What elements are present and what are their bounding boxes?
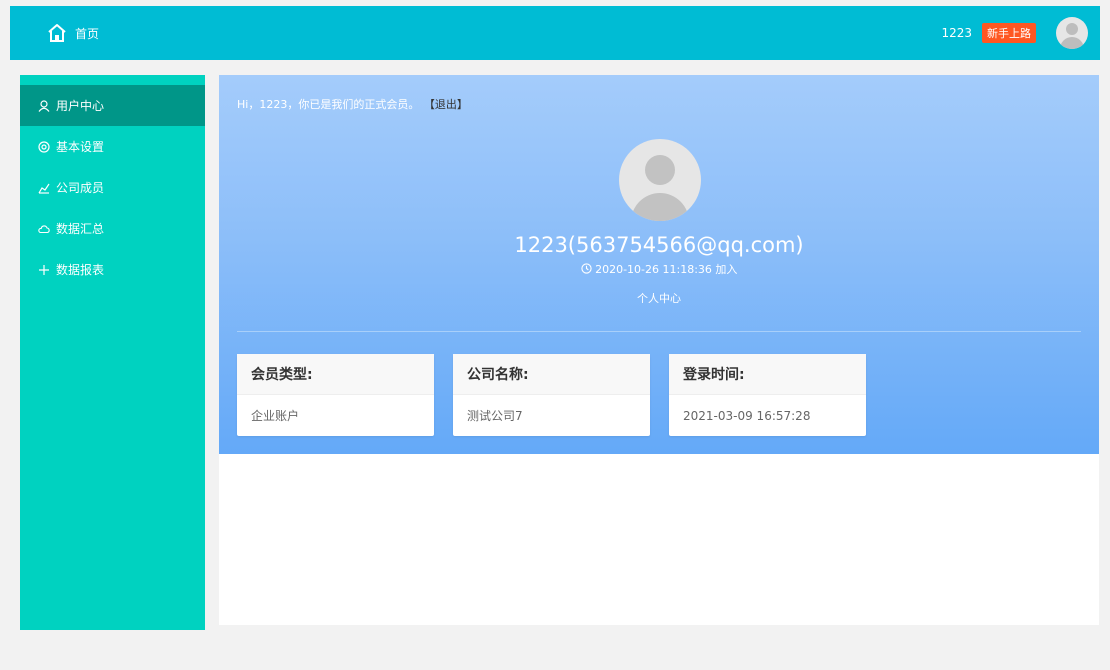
sidebar-item-user-center[interactable]: 用户中心 (20, 85, 205, 126)
sidebar-item-label: 基本设置 (56, 140, 105, 154)
main-panel: Hi，1223，你已是我们的正式会员。 【退出】 1223(563754566@q… (219, 75, 1099, 625)
sidebar-item-basic-settings[interactable]: 基本设置 (20, 126, 205, 167)
profile-avatar[interactable] (619, 139, 701, 221)
sidebar-item-label: 数据报表 (56, 263, 105, 277)
divider (237, 331, 1081, 332)
card-title: 会员类型: (237, 354, 434, 395)
sidebar-item-label: 数据汇总 (56, 222, 105, 236)
top-bar: 首页 1223 新手上路 (10, 6, 1100, 60)
plus-icon (38, 264, 50, 276)
card-value: 2021-03-09 16:57:28 (683, 408, 811, 423)
card-title: 公司名称: (453, 354, 650, 395)
username[interactable]: 1223 (941, 26, 972, 40)
personal-center-label: 个人中心 (637, 292, 681, 305)
profile-name: 1223(563754566@qq.com) (514, 233, 804, 257)
greeting-text: Hi，1223，你已是我们的正式会员。 (237, 98, 420, 111)
home-icon (47, 23, 67, 43)
settings-icon (38, 140, 50, 153)
home-label: 首页 (75, 26, 100, 41)
home-link[interactable]: 首页 (47, 23, 99, 43)
cloud-icon (38, 223, 50, 235)
card-value: 测试公司7 (467, 409, 523, 423)
avatar[interactable] (1056, 17, 1088, 49)
sidebar-item-company-members[interactable]: 公司成员 (20, 167, 205, 208)
logout-link[interactable]: 【退出】 (429, 98, 468, 111)
joined-line: 2020-10-26 11:18:36 加入 (219, 261, 1099, 277)
sidebar: 用户中心 基本设置 公司成员 数据汇总 数据报表 (20, 75, 205, 630)
info-card-company-name: 公司名称: 测试公司7 (453, 354, 650, 436)
user-icon (38, 99, 50, 112)
sidebar-item-label: 用户中心 (56, 99, 105, 113)
info-card-member-type: 会员类型: 企业账户 (237, 354, 434, 436)
profile-hero: Hi，1223，你已是我们的正式会员。 【退出】 1223(563754566@q… (219, 75, 1099, 454)
card-title: 登录时间: (669, 354, 866, 395)
info-card-login-time: 登录时间: 2021-03-09 16:57:28 (669, 354, 866, 436)
card-value: 企业账户 (251, 409, 300, 423)
level-badge: 新手上路 (982, 23, 1036, 43)
clock-icon (580, 263, 596, 276)
chart-icon (38, 182, 50, 194)
greeting-line: Hi，1223，你已是我们的正式会员。 【退出】 (237, 96, 468, 112)
sidebar-item-label: 公司成员 (56, 181, 105, 195)
sidebar-item-data-report[interactable]: 数据报表 (20, 249, 205, 290)
joined-text: 2020-10-26 11:18:36 加入 (595, 263, 738, 276)
sidebar-item-data-summary[interactable]: 数据汇总 (20, 208, 205, 249)
user-info: 1223 新手上路 (941, 17, 1088, 49)
